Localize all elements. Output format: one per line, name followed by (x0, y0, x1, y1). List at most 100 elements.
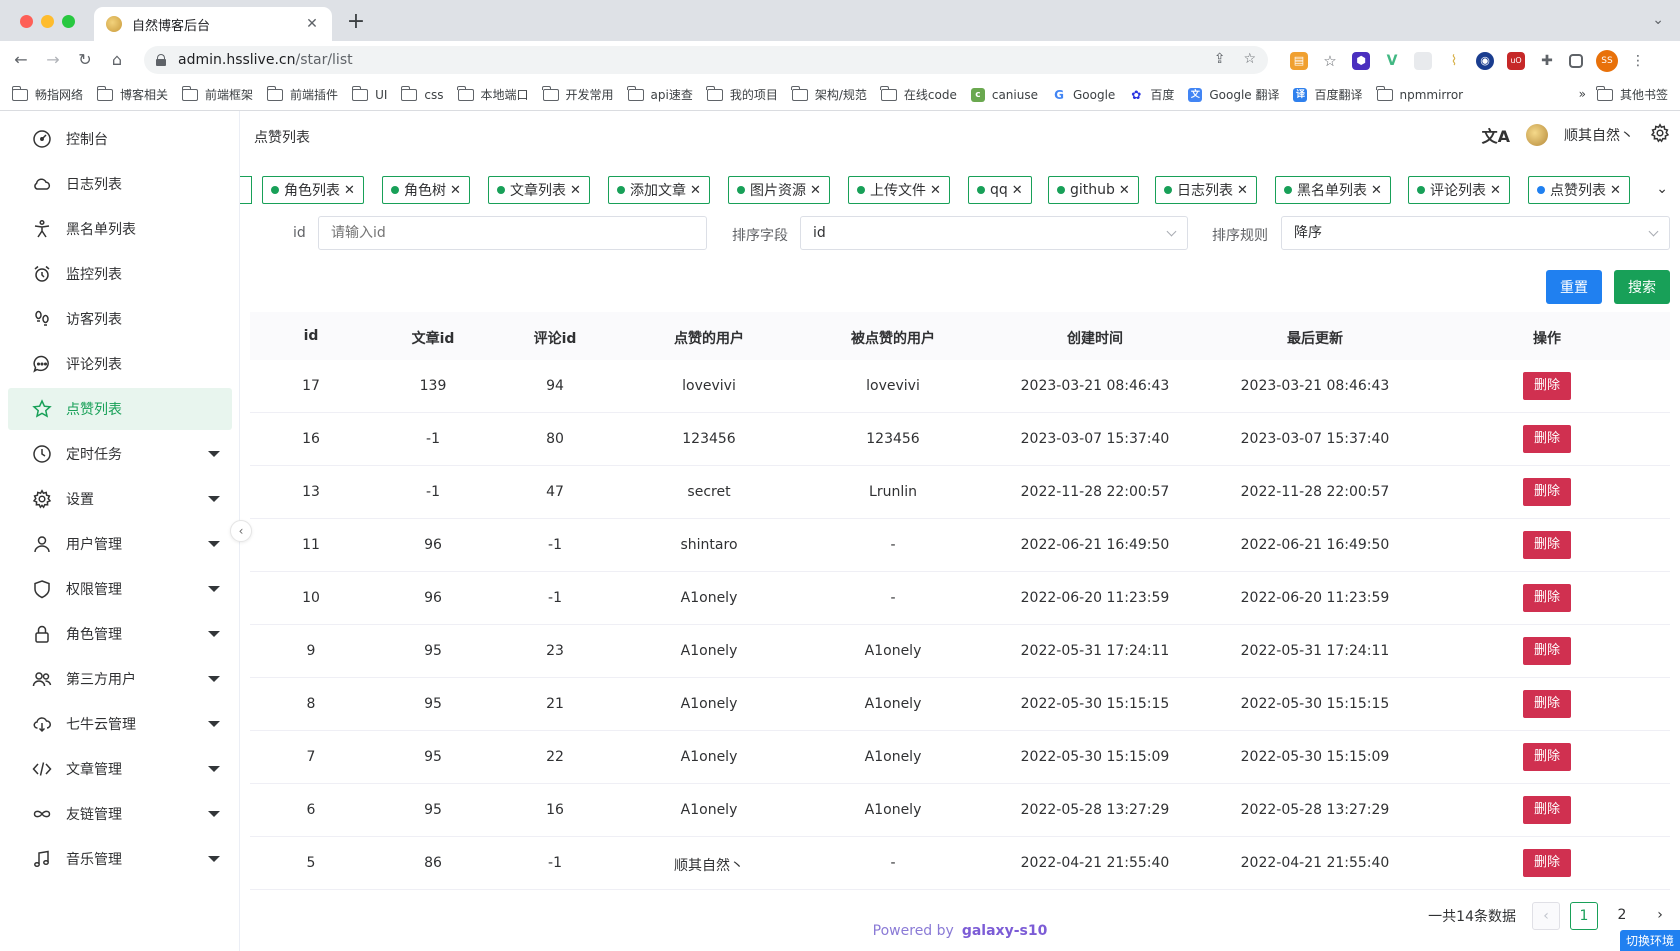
bookmark-folder[interactable]: 开发常用 (542, 85, 614, 103)
sort-field-select[interactable]: id (800, 216, 1188, 250)
reset-button[interactable]: 重置 (1546, 270, 1602, 304)
bookmark-folder[interactable]: 架构/规范 (791, 85, 867, 103)
new-tab-button[interactable]: + (344, 10, 368, 34)
reload-icon[interactable]: ↻ (74, 49, 96, 71)
extension-hex-icon[interactable]: ⬢ (1352, 52, 1370, 70)
tag-github[interactable]: github ✕ (1048, 176, 1139, 204)
column-header[interactable]: 创建时间 (1067, 328, 1123, 348)
extension-blank-icon[interactable] (1414, 52, 1432, 70)
back-arrow-icon[interactable]: ← (10, 49, 32, 71)
search-button[interactable]: 搜索 (1614, 270, 1670, 304)
sidebar-item-permissions[interactable]: 权限管理 (8, 568, 232, 610)
tab-close-icon[interactable]: ✕ (304, 16, 320, 32)
id-search-input[interactable] (318, 216, 707, 250)
sidebar-item-monitor[interactable]: 监控列表 (8, 253, 232, 295)
sidebar-item-scheduled-tasks[interactable]: 定时任务 (8, 433, 232, 475)
tag-article-list[interactable]: 文章列表 ✕ (488, 176, 590, 204)
sidebar-item-users[interactable]: 用户管理 (8, 523, 232, 565)
sidebar-item-third-party-users[interactable]: 第三方用户 (8, 658, 232, 700)
delete-button[interactable]: 删除 (1523, 743, 1571, 771)
other-bookmarks-folder[interactable]: 其他书签 (1596, 85, 1668, 103)
switch-environment-badge[interactable]: 切换环境 (1619, 930, 1680, 951)
sidebar-item-roles[interactable]: 角色管理 (8, 613, 232, 655)
sidebar-item-qiniu[interactable]: 七牛云管理 (8, 703, 232, 745)
tag-close-icon[interactable]: ✕ (1371, 183, 1382, 198)
home-icon[interactable]: ⌂ (106, 49, 128, 71)
bookmark-folder[interactable]: css (400, 85, 444, 102)
bookmark-folder[interactable]: 前端插件 (266, 85, 338, 103)
tag-log-list[interactable]: 日志列表 ✕ (1155, 176, 1257, 204)
window-zoom-button[interactable] (62, 15, 75, 28)
tag-role-tree[interactable]: 角色树 ✕ (382, 176, 470, 204)
extension-shield-icon[interactable]: ◉ (1476, 52, 1494, 70)
delete-button[interactable]: 删除 (1523, 690, 1571, 718)
browser-tab-active[interactable]: 自然博客后台 ✕ (94, 7, 332, 41)
tab-search-chevron-icon[interactable]: ⌄ (1652, 12, 1664, 28)
side-panel-icon[interactable] (1569, 54, 1583, 68)
column-header[interactable]: 被点赞的用户 (851, 328, 935, 348)
delete-button[interactable]: 删除 (1523, 478, 1571, 506)
column-header[interactable]: id (304, 328, 319, 344)
extension-star-icon[interactable]: ☆ (1321, 52, 1339, 70)
delete-button[interactable]: 删除 (1523, 531, 1571, 559)
tag-close-icon[interactable]: ✕ (344, 183, 355, 198)
tag-image-resources[interactable]: 图片资源 ✕ (728, 176, 830, 204)
column-header[interactable]: 最后更新 (1287, 328, 1343, 348)
bookmark-link[interactable]: ✿ 百度 (1129, 86, 1174, 103)
tag-close-icon[interactable]: ✕ (690, 183, 701, 198)
window-minimize-button[interactable] (41, 15, 54, 28)
tag-close-icon[interactable]: ✕ (570, 183, 581, 198)
tag-close-icon[interactable]: ✕ (1237, 183, 1248, 198)
sidebar-item-logs[interactable]: 日志列表 (8, 163, 232, 205)
extensions-puzzle-icon[interactable]: ✚ (1538, 52, 1556, 70)
tag-blacklist[interactable]: 黑名单列表 ✕ (1275, 176, 1391, 204)
tag-comment-list[interactable]: 评论列表 ✕ (1408, 176, 1510, 204)
tag-star-list[interactable]: 点赞列表 ✕ (1528, 176, 1630, 204)
extension-ublock-icon[interactable]: uO (1507, 52, 1525, 70)
bookmark-link[interactable]: G Google (1052, 87, 1115, 102)
bookmark-folder[interactable]: 在线code (880, 85, 957, 103)
delete-button[interactable]: 删除 (1523, 849, 1571, 877)
forward-arrow-icon[interactable]: → (42, 49, 64, 71)
bookmark-folder[interactable]: 我的项目 (706, 85, 778, 103)
sidebar-item-dashboard[interactable]: 控制台 (8, 118, 232, 160)
delete-button[interactable]: 删除 (1523, 425, 1571, 453)
delete-button[interactable]: 删除 (1523, 796, 1571, 824)
bookmark-folder[interactable]: npmmirror (1376, 85, 1463, 102)
bookmark-folder[interactable]: 畅指网络 (11, 85, 83, 103)
bookmark-folder[interactable]: 本地端口 (457, 85, 529, 103)
tag-qq[interactable]: qq ✕ (968, 176, 1032, 204)
tag-upload-file[interactable]: 上传文件 ✕ (848, 176, 950, 204)
extension-notes-icon[interactable]: ▤ (1290, 52, 1308, 70)
settings-gear-icon[interactable] (1650, 123, 1670, 147)
user-avatar[interactable] (1526, 124, 1548, 146)
sidebar-item-music[interactable]: 音乐管理 (8, 838, 232, 880)
bookmark-folder[interactable]: 博客相关 (96, 85, 168, 103)
column-header[interactable]: 点赞的用户 (674, 328, 744, 348)
window-close-button[interactable] (20, 15, 33, 28)
browser-menu-icon[interactable]: ⋮ (1631, 53, 1645, 69)
column-header[interactable]: 文章id (412, 328, 455, 348)
sidebar-item-stars[interactable]: 点赞列表 (8, 388, 232, 430)
sidebar-item-blacklist[interactable]: 黑名单列表 (8, 208, 232, 250)
tag-close-icon[interactable]: ✕ (810, 183, 821, 198)
bookmark-link[interactable]: c caniuse (970, 87, 1038, 102)
tag-close-icon[interactable]: ✕ (1119, 183, 1130, 198)
bookmark-link[interactable]: 文 Google 翻译 (1188, 86, 1279, 103)
tag-close-icon[interactable]: ✕ (450, 183, 461, 198)
extension-vue-icon[interactable]: V (1383, 52, 1401, 70)
sort-rule-select[interactable]: 降序 (1281, 216, 1670, 250)
tag-close-icon[interactable]: ✕ (930, 183, 941, 198)
more-bookmarks-button[interactable]: » (1579, 87, 1586, 101)
bookmark-star-icon[interactable]: ☆ (1243, 51, 1256, 67)
tag-add-article[interactable]: 添加文章 ✕ (608, 176, 710, 204)
tags-more-chevron-icon[interactable]: ⌄ (1656, 181, 1668, 197)
translate-icon[interactable]: 文A (1482, 123, 1510, 147)
delete-button[interactable]: 删除 (1523, 584, 1571, 612)
sidebar-item-settings[interactable]: 设置 (8, 478, 232, 520)
address-bar[interactable]: admin.hsslive.cn/star/list ⇪ ☆ (144, 46, 1268, 74)
delete-button[interactable]: 删除 (1523, 372, 1571, 400)
share-icon[interactable]: ⇪ (1214, 51, 1226, 67)
sidebar-item-articles[interactable]: 文章管理 (8, 748, 232, 790)
sidebar-item-comments[interactable]: 评论列表 (8, 343, 232, 385)
